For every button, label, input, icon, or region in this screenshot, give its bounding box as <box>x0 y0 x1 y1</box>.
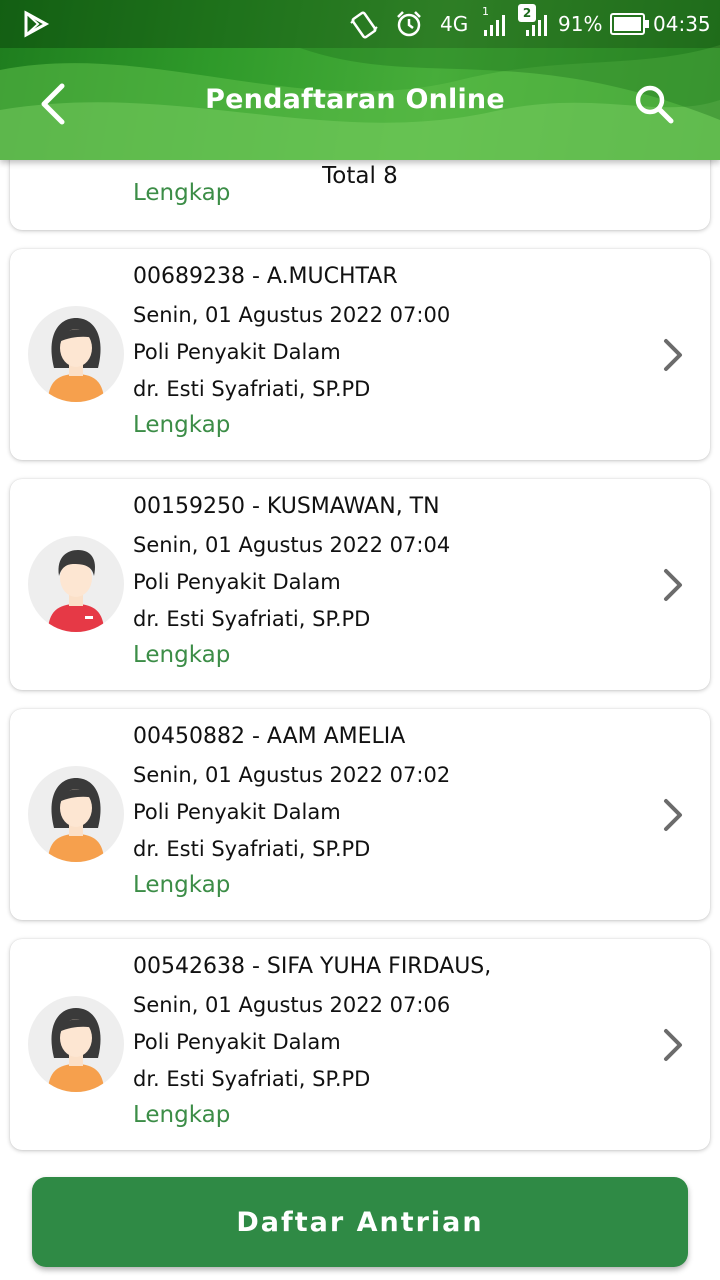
daftar-antrian-button[interactable]: Daftar Antrian <box>32 1177 688 1267</box>
alarm-icon <box>397 11 421 37</box>
status-label: Lengkap <box>133 872 231 898</box>
clinic-name: Poli Penyakit Dalam <box>133 340 341 364</box>
appointment-datetime: Senin, 01 Agustus 2022 07:00 <box>133 303 451 327</box>
registration-card[interactable]: 00689238 - A.MUCHTAR Senin, 01 Agustus 2… <box>10 249 710 460</box>
page-title: Pendaftaran Online <box>205 84 505 115</box>
registration-card[interactable]: 00450882 - AAM AMELIA Senin, 01 Agustus … <box>10 709 710 920</box>
network-type: 4G <box>440 12 469 36</box>
doctor-name: dr. Esti Syafriati, SP.PD <box>133 837 371 861</box>
play-store-icon <box>24 10 50 38</box>
vibrate-icon <box>350 11 378 39</box>
appointment-datetime: Senin, 01 Agustus 2022 07:02 <box>133 763 451 787</box>
female-avatar-icon <box>28 996 124 1092</box>
chevron-right-icon[interactable] <box>658 1025 686 1065</box>
female-avatar-icon <box>28 306 124 402</box>
doctor-name: dr. Esti Syafriati, SP.PD <box>133 1067 371 1091</box>
appointment-datetime: Senin, 01 Agustus 2022 07:04 <box>133 533 451 557</box>
chevron-right-icon[interactable] <box>658 335 686 375</box>
search-icon[interactable] <box>632 82 676 126</box>
patient-title: 00159250 - KUSMAWAN, TN <box>133 494 440 519</box>
clock: 04:35 <box>653 12 711 36</box>
battery-icon <box>610 13 649 35</box>
male-avatar-icon <box>28 536 124 632</box>
status-label: Lengkap <box>133 1102 231 1128</box>
doctor-name: dr. Esti Syafriati, SP.PD <box>133 377 371 401</box>
clinic-name: Poli Penyakit Dalam <box>133 570 341 594</box>
status-label: Lengkap <box>133 642 231 668</box>
clinic-name: Poli Penyakit Dalam <box>133 1030 341 1054</box>
female-avatar-icon <box>28 766 124 862</box>
status-label: Lengkap <box>133 412 231 438</box>
patient-title: 00689238 - A.MUCHTAR <box>133 264 398 289</box>
status-bar: 4G 1 2 91% 04:35 <box>0 0 720 48</box>
clinic-name: Poli Penyakit Dalam <box>133 800 341 824</box>
total-count: Total 8 <box>322 163 398 189</box>
patient-title: 00450882 - AAM AMELIA <box>133 724 406 749</box>
app-header: 4G 1 2 91% 04:35 Pendaftaran Online <box>0 0 720 160</box>
registration-card[interactable]: 00159250 - KUSMAWAN, TN Senin, 01 Agustu… <box>10 479 710 690</box>
signal-icon <box>526 15 547 36</box>
registration-card[interactable]: 00542638 - SIFA YUHA FIRDAUS, Senin, 01 … <box>10 939 710 1150</box>
appointment-datetime: Senin, 01 Agustus 2022 07:06 <box>133 993 451 1017</box>
signal-icon <box>484 15 505 36</box>
doctor-name: dr. Esti Syafriati, SP.PD <box>133 607 371 631</box>
battery-percentage: 91% <box>558 12 603 36</box>
patient-title: 00542638 - SIFA YUHA FIRDAUS, <box>133 954 492 979</box>
chevron-right-icon[interactable] <box>658 565 686 605</box>
chevron-right-icon[interactable] <box>658 795 686 835</box>
